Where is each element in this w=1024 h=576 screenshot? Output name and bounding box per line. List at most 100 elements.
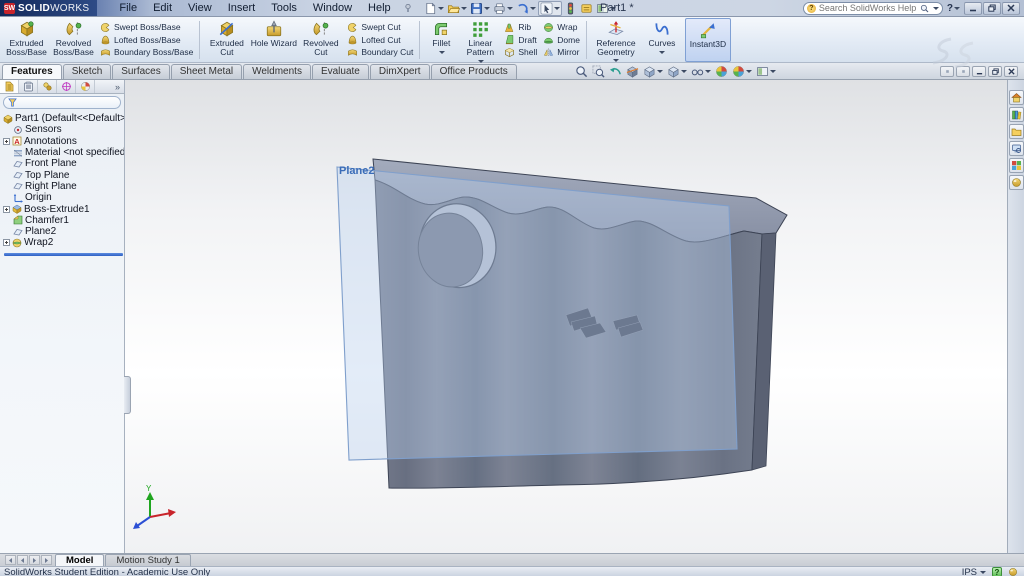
tab-dimxpert[interactable]: DimXpert [370,64,430,79]
wrap-button[interactable]: Wrap [541,21,582,33]
search-input[interactable] [819,3,917,13]
tree-item-wrap2[interactable]: Wrap2 [3,237,124,248]
draft-button[interactable]: Draft [502,34,539,46]
instant3d-button[interactable]: Instant3D [685,18,731,62]
tab-configurationmanager[interactable] [38,80,57,93]
expand-plus-icon[interactable] [3,206,10,213]
apply-scene-button[interactable] [731,65,753,78]
tree-item-plane2[interactable]: Plane2 [3,226,124,237]
boundary-cut-button[interactable]: Boundary Cut [345,46,415,58]
tab-model[interactable]: Model [55,554,104,566]
rib-button[interactable]: Rib [502,21,539,33]
linear-pattern-button[interactable]: Linear Pattern [459,18,501,62]
restore-button[interactable] [983,2,1001,15]
lofted-boss-button[interactable]: Lofted Boss/Base [98,34,195,46]
menu-help[interactable]: Help [360,0,399,16]
hole-wizard-button[interactable]: Hole Wizard [250,18,297,62]
model-viewport[interactable]: Y [0,80,1024,553]
menu-file[interactable]: File [111,0,145,16]
rebuild-button[interactable] [563,1,578,16]
view-orientation-button[interactable] [642,65,664,78]
zoom-to-fit-button[interactable] [574,65,589,78]
undo-button[interactable] [515,1,537,16]
save-button[interactable] [469,1,491,16]
solidworks-search-button[interactable] [1009,141,1024,156]
quick-tips-button[interactable]: ? [992,567,1002,576]
edit-appearance-button[interactable] [714,65,729,78]
design-library-button[interactable] [1009,107,1024,122]
plane2-label[interactable]: Plane2 [339,165,374,177]
tree-filter-box[interactable] [3,96,121,109]
section-view-button[interactable] [625,65,640,78]
appearances-button[interactable] [1009,175,1024,190]
tree-item-origin[interactable]: Origin [3,192,124,203]
tab-displaymanager[interactable] [76,80,95,93]
menu-pin-icon[interactable] [403,3,413,13]
previous-view-button[interactable] [608,65,623,78]
fillet-button[interactable]: Fillet [423,18,459,62]
reference-geometry-button[interactable]: Reference Geometry [590,18,642,62]
display-style-button[interactable] [666,65,688,78]
mirror-button[interactable]: Mirror [541,46,582,58]
tree-item-top-plane[interactable]: Top Plane [3,169,124,180]
tab-sketch[interactable]: Sketch [63,64,112,79]
rollback-bar[interactable] [4,253,123,256]
menu-view[interactable]: View [180,0,220,16]
tree-item-material[interactable]: Material <not specified> [3,147,124,158]
print-button[interactable] [492,1,514,16]
select-button[interactable] [538,1,562,16]
solidworks-resources-button[interactable] [1009,90,1024,105]
help-button[interactable]: ? [947,3,960,14]
tab-scroll-first-button[interactable] [5,555,16,565]
dome-button[interactable]: Dome [541,34,582,46]
zoom-to-area-button[interactable] [591,65,606,78]
unit-system-selector[interactable]: IPS [962,567,986,576]
tree-item-boss-extrude1[interactable]: Boss-Extrude1 [3,203,124,214]
swept-boss-button[interactable]: Swept Boss/Base [98,21,195,33]
revolved-boss-button[interactable]: Revolved Boss/Base [50,18,97,62]
menu-insert[interactable]: Insert [220,0,264,16]
curves-button[interactable]: Curves [642,18,682,62]
tab-weldments[interactable]: Weldments [243,64,311,79]
tab-scroll-prev-button[interactable] [17,555,28,565]
doc-close-button[interactable] [1004,66,1018,77]
hide-show-items-button[interactable] [690,65,712,78]
tree-item-right-plane[interactable]: Right Plane [3,181,124,192]
revolved-cut-button[interactable]: Revolved Cut [297,18,344,62]
extruded-boss-button[interactable]: Extruded Boss/Base [3,18,50,62]
minimize-button[interactable] [964,2,982,15]
tab-features[interactable]: Features [2,64,62,79]
tab-propertymanager[interactable] [19,80,38,93]
chevron-down-icon[interactable] [933,7,939,10]
tree-item-chamfer1[interactable]: Chamfer1 [3,215,124,226]
expand-plus-icon[interactable] [3,138,10,145]
tab-sheet-metal[interactable]: Sheet Metal [171,64,242,79]
tab-featuremanager-tree[interactable] [0,80,19,93]
file-explorer-button[interactable] [1009,124,1024,139]
tab-surfaces[interactable]: Surfaces [112,64,169,79]
menu-tools[interactable]: Tools [263,0,305,16]
panel-splitter-handle[interactable] [124,376,131,414]
lofted-cut-button[interactable]: Lofted Cut [345,34,415,46]
search-icon[interactable] [920,4,929,13]
open-button[interactable] [446,1,468,16]
tree-item-annotations[interactable]: Annotations [3,136,124,147]
boundary-boss-button[interactable]: Boundary Boss/Base [98,46,195,58]
tree-item-part1[interactable]: Part1 (Default<<Default>_Disp [3,113,124,124]
tab-scroll-next-button[interactable] [29,555,40,565]
tab-evaluate[interactable]: Evaluate [312,64,369,79]
swept-cut-button[interactable]: Swept Cut [345,21,415,33]
view-settings-button[interactable] [755,65,777,78]
menu-window[interactable]: Window [305,0,360,16]
tree-item-sensors[interactable]: Sensors [3,124,124,135]
tab-dimxpertmanager[interactable] [57,80,76,93]
help-search-box[interactable]: ? [803,2,943,15]
options-button[interactable] [579,1,594,16]
tree-item-front-plane[interactable]: Front Plane [3,158,124,169]
new-document-button[interactable] [423,1,445,16]
doc-restore-button[interactable] [988,66,1002,77]
shell-button[interactable]: Shell [502,46,539,58]
tab-office-products[interactable]: Office Products [431,64,517,79]
close-button[interactable] [1002,2,1020,15]
menu-edit[interactable]: Edit [145,0,180,16]
